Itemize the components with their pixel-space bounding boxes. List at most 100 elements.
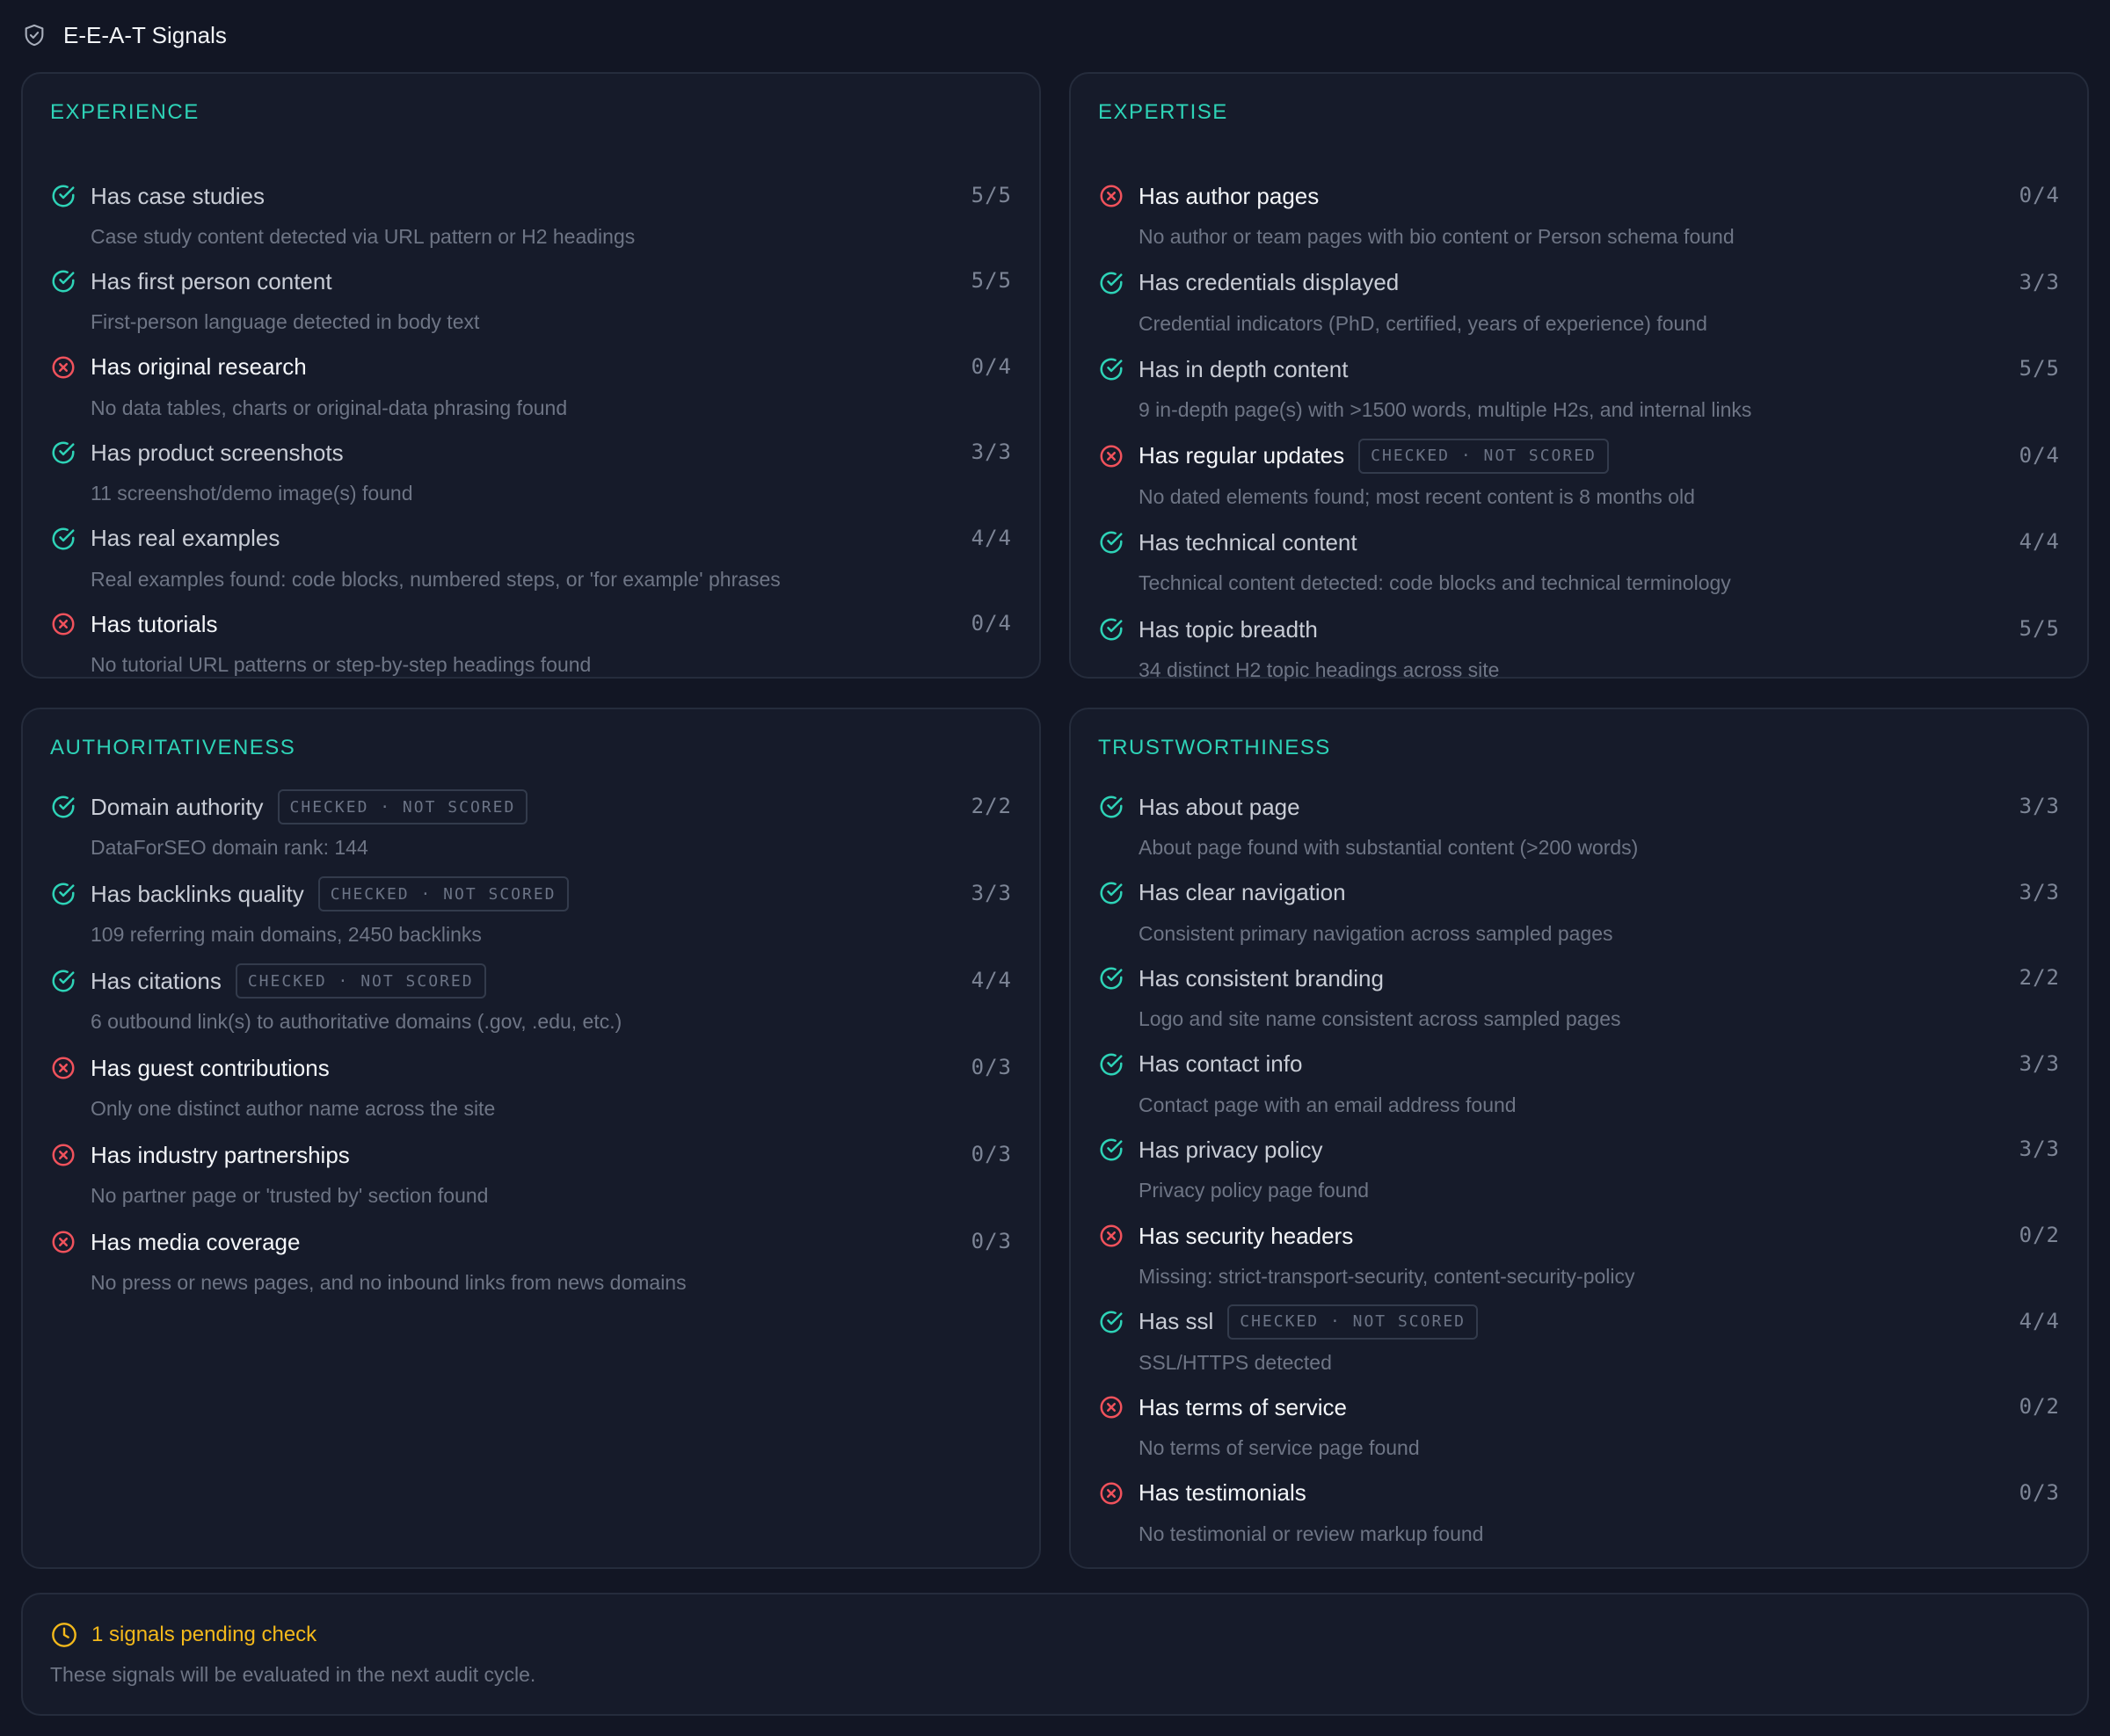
signal-label: Has guest contributions [91, 1054, 330, 1081]
check-circle-icon [1098, 529, 1124, 556]
checked-not-scored-badge: CHECKED · NOT SCORED [1227, 1304, 1478, 1340]
signal-description: Technical content detected: code blocks … [1139, 571, 1731, 595]
signal-description: 6 outbound link(s) to authoritative doma… [91, 1010, 622, 1033]
signal-row: Domain authority CHECKED · NOT SCORED 2/2 D… [50, 787, 1012, 873]
signal-row: Has product screenshots 3/3 11 screenshot/… [50, 432, 1012, 519]
signal-row: Has case studies 5/5 Case study content de… [50, 176, 1012, 262]
signal-score: 5/5 [971, 268, 1012, 294]
signal-label: Has contact info [1139, 1050, 1303, 1078]
signal-description: No tutorial URL patterns or step-by-step… [91, 653, 592, 676]
x-circle-icon [50, 611, 76, 637]
signal-row: Has first person content 5/5 First-person … [50, 261, 1012, 347]
signal-score: 3/3 [2019, 794, 2060, 818]
signal-description: 11 screenshot/demo image(s) found [91, 482, 413, 505]
x-circle-icon [1098, 183, 1124, 209]
signal-score: 2/2 [2019, 965, 2060, 991]
checked-not-scored-badge: CHECKED · NOT SCORED [317, 876, 569, 912]
signal-score: 4/4 [971, 968, 1012, 992]
check-circle-icon [1098, 270, 1124, 296]
pending-signals-panel: 1 signals pending check These signals wi… [21, 1593, 2089, 1716]
signal-label: Has case studies [91, 182, 265, 209]
shield-check-icon [21, 22, 47, 48]
signal-row: Has ssl CHECKED · NOT SCORED 4/4 SSL/HTTPS … [1098, 1302, 2060, 1388]
signal-row: Has privacy policy 3/3 Privacy policy page… [1098, 1129, 2060, 1216]
signal-row: Has contact info 3/3 Contact page with an … [1098, 1044, 2060, 1130]
checked-not-scored-badge: CHECKED · NOT SCORED [1358, 438, 1609, 474]
check-circle-icon [50, 526, 76, 552]
signal-label: Has author pages [1139, 182, 1320, 209]
check-circle-icon [1098, 356, 1124, 382]
signal-label: Has ssl [1139, 1308, 1214, 1335]
signal-row: Has regular updates CHECKED · NOT SCORED 0… [1098, 436, 2060, 522]
signal-row: Has topic breadth 5/5 34 distinct H2 topic… [1098, 609, 2060, 695]
signal-description: No press or news pages, and no inbound l… [91, 1271, 687, 1294]
pending-title: 1 signals pending check [91, 1623, 317, 1646]
signal-score: 3/3 [2019, 879, 2060, 904]
signal-row: Has industry partnerships 0/3 No partner p… [50, 1135, 1012, 1221]
signal-row: Has real examples 4/4 Real examples found:… [50, 519, 1012, 605]
signal-description: About page found with substantial conten… [1139, 836, 1639, 859]
signal-description: Missing: strict-transport-security, cont… [1139, 1265, 1635, 1288]
category-title: EXPERIENCE [50, 100, 200, 124]
signal-score: 4/4 [2019, 1308, 2060, 1333]
signal-label: Has backlinks quality [91, 880, 304, 907]
check-circle-icon [50, 881, 76, 907]
signal-label: Has tutorials [91, 610, 218, 637]
signal-label: Has privacy policy [1139, 1136, 1323, 1163]
signal-score: 0/3 [971, 1055, 1012, 1079]
check-circle-icon [1098, 616, 1124, 643]
signal-description: No terms of service page found [1139, 1436, 1420, 1460]
signal-score: 0/4 [971, 353, 1012, 379]
signal-description: 34 distinct H2 topic headings across sit… [1139, 658, 1500, 681]
signal-label: Has in depth content [1139, 355, 1349, 382]
signal-row: Has original research 0/4 No data tables, … [50, 347, 1012, 433]
signal-description: DataForSEO domain rank: 144 [91, 836, 368, 859]
signal-score: 5/5 [971, 183, 1012, 207]
x-circle-icon [1098, 1223, 1124, 1249]
signal-label: Has testimonials [1139, 1479, 1306, 1507]
signal-description: No dated elements found; most recent con… [1139, 484, 1695, 508]
signal-row: Has backlinks quality CHECKED · NOT SCORE… [50, 874, 1012, 960]
signal-score: 4/4 [971, 525, 1012, 550]
signal-score: 0/4 [2019, 442, 2060, 468]
check-circle-icon [1098, 880, 1124, 906]
signal-label: Has original research [91, 353, 307, 381]
check-circle-icon [50, 439, 76, 466]
signal-label: Has technical content [1139, 528, 1357, 556]
signal-description: No testimonial or review markup found [1139, 1522, 1484, 1545]
signal-label: Has media coverage [91, 1228, 301, 1255]
signal-label: Has topic breadth [1139, 615, 1318, 643]
signal-score: 3/3 [2019, 1137, 2060, 1162]
signal-score: 2/2 [971, 794, 1012, 818]
check-circle-icon [1098, 965, 1124, 991]
x-circle-icon [50, 354, 76, 381]
signal-description: No author or team pages with bio content… [1139, 225, 1735, 248]
signal-description: Only one distinct author name across the… [91, 1097, 496, 1120]
check-circle-icon [1098, 794, 1124, 820]
category-title: TRUSTWORTHINESS [1098, 736, 1331, 759]
pending-description: These signals will be evaluated in the n… [50, 1663, 536, 1686]
signal-score: 3/3 [2019, 269, 2060, 294]
x-circle-icon [1098, 1480, 1124, 1507]
section-header: E-E-A-T Signals [21, 19, 227, 51]
signal-label: Has credentials displayed [1139, 269, 1400, 296]
signal-row: Has guest contributions 0/3 Only one disti… [50, 1048, 1012, 1134]
signal-label: Has regular updates [1139, 442, 1345, 469]
signal-description: No partner page or 'trusted by' section … [91, 1184, 489, 1207]
signal-label: Has clear navigation [1139, 879, 1346, 906]
signal-label: Domain authority [91, 793, 264, 820]
signal-label: Has real examples [91, 525, 280, 552]
clock-icon [50, 1621, 78, 1649]
signal-label: Has terms of service [1139, 1393, 1347, 1420]
category-card-authoritativeness: AUTHORITATIVENESS Domain authority CHECKE… [21, 708, 1041, 1569]
signal-row: Has clear navigation 3/3 Consistent primar… [1098, 873, 2060, 959]
signal-score: 3/3 [2019, 1050, 2060, 1076]
signal-row: Has tutorials 0/4 No tutorial URL patterns… [50, 604, 1012, 690]
signal-row: Has technical content 4/4 Technical conten… [1098, 522, 2060, 608]
check-circle-icon [1098, 1137, 1124, 1163]
category-card-expertise: EXPERTISE Has author pages 0/4 No author o… [1069, 72, 2089, 681]
signal-description: Consistent primary navigation across sam… [1139, 921, 1613, 945]
check-circle-icon [50, 268, 76, 294]
x-circle-icon [1098, 443, 1124, 469]
signal-row: Has author pages 0/4 No author or team pag… [1098, 176, 2060, 262]
